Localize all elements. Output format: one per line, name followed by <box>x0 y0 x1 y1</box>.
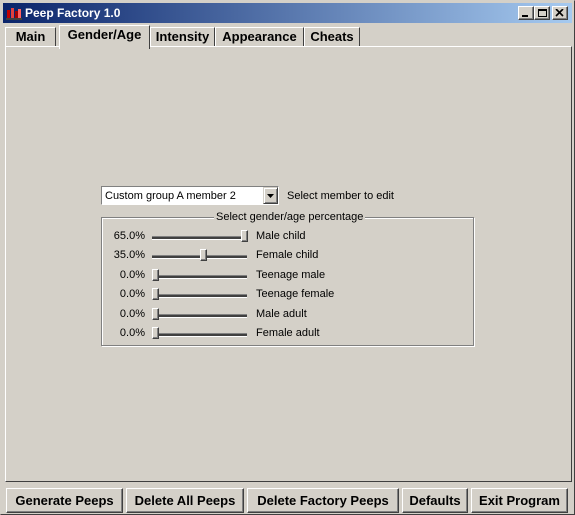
tab-gender-age[interactable]: Gender/Age <box>59 25 150 49</box>
slider-track[interactable] <box>152 275 247 279</box>
tab-label: Intensity <box>155 29 210 44</box>
generate-peeps-button[interactable]: Generate Peeps <box>6 488 123 513</box>
slider-thumb[interactable] <box>152 288 159 300</box>
slider-thumb[interactable] <box>152 327 159 339</box>
slider-thumb[interactable] <box>241 230 248 242</box>
percent-value: 0.0% <box>119 308 145 320</box>
title-bar[interactable]: Peep Factory 1.0 <box>3 3 572 23</box>
maximize-icon <box>538 9 547 17</box>
tab-label: Gender/Age <box>67 27 142 42</box>
minimize-icon <box>522 15 528 17</box>
slider-track[interactable] <box>152 314 247 318</box>
slider-row-male-adult: 0.0% Male adult <box>102 306 473 324</box>
slider-row-teenage-male: 0.0% Teenage male <box>102 267 473 285</box>
delete-all-peeps-button[interactable]: Delete All Peeps <box>126 488 244 513</box>
slider-label: Teenage female <box>256 288 335 300</box>
percent-value: 0.0% <box>119 269 145 281</box>
app-icon <box>6 8 22 20</box>
slider-track[interactable] <box>152 294 247 298</box>
tab-appearance[interactable]: Appearance <box>215 27 304 47</box>
slider-thumb[interactable] <box>152 269 159 281</box>
member-select-value: Custom group A member 2 <box>105 190 236 202</box>
tab-label: Main <box>15 29 46 44</box>
slider-row-teenage-female: 0.0% Teenage female <box>102 286 473 304</box>
app-window: Peep Factory 1.0 Main Gender/Age Intensi… <box>0 0 575 515</box>
slider-label: Teenage male <box>256 269 326 281</box>
tab-cheats[interactable]: Cheats <box>304 27 360 47</box>
percent-value: 35.0% <box>113 249 145 261</box>
member-select[interactable]: Custom group A member 2 <box>101 186 279 205</box>
slider-thumb[interactable] <box>152 308 159 320</box>
close-button[interactable] <box>552 6 568 20</box>
slider-row-female-adult: 0.0% Female adult <box>102 325 473 343</box>
tab-main[interactable]: Main <box>5 27 56 47</box>
member-select-label: Select member to edit <box>287 190 394 202</box>
chevron-down-icon <box>267 194 274 198</box>
delete-factory-peeps-button[interactable]: Delete Factory Peeps <box>247 488 399 513</box>
slider-label: Female adult <box>256 327 320 339</box>
slider-row-female-child: 35.0% Female child <box>102 247 473 265</box>
tab-intensity[interactable]: Intensity <box>150 27 215 47</box>
close-icon <box>555 9 564 17</box>
gender-age-groupbox: Select gender/age percentage 65.0% Male … <box>101 211 474 346</box>
maximize-button[interactable] <box>534 6 550 20</box>
groupbox-title: Select gender/age percentage <box>214 211 366 223</box>
percent-value: 0.0% <box>119 288 145 300</box>
tab-strip: Main Gender/Age Intensity Appearance Che… <box>5 25 571 49</box>
tab-label: Appearance <box>222 29 297 44</box>
slider-track[interactable] <box>152 236 247 240</box>
slider-label: Male child <box>256 230 306 242</box>
minimize-button[interactable] <box>518 6 534 20</box>
slider-thumb[interactable] <box>200 249 208 261</box>
slider-row-male-child: 65.0% Male child <box>102 228 473 246</box>
slider-label: Male adult <box>256 308 307 320</box>
tab-label: Cheats <box>310 29 354 44</box>
slider-label: Female child <box>256 249 319 261</box>
defaults-button[interactable]: Defaults <box>402 488 468 513</box>
percent-value: 65.0% <box>113 230 145 242</box>
member-select-dropdown-button[interactable] <box>263 187 278 204</box>
slider-track[interactable] <box>152 333 247 337</box>
window-title: Peep Factory 1.0 <box>25 6 121 20</box>
exit-program-button[interactable]: Exit Program <box>471 488 568 513</box>
percent-value: 0.0% <box>119 327 145 339</box>
